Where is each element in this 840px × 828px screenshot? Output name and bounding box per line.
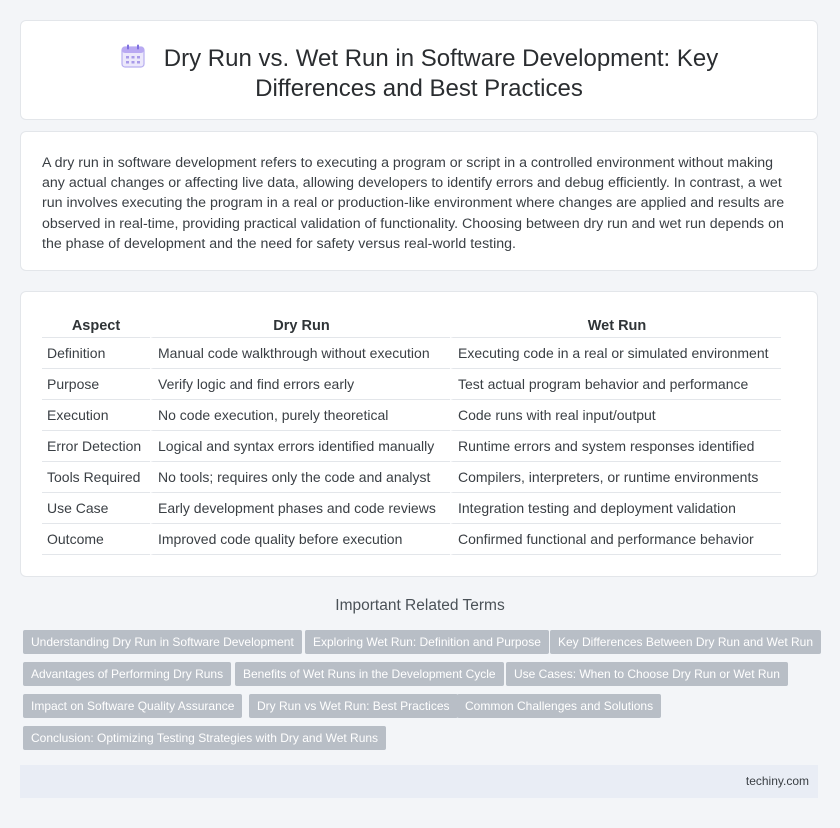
calendar-icon xyxy=(121,44,145,68)
page-title: Dry Run vs. Wet Run in Software Developm… xyxy=(163,45,719,102)
header-aspect: Aspect xyxy=(42,314,150,338)
related-tag-link[interactable]: Impact on Software Quality Assurance xyxy=(23,694,243,718)
dry-run-cell: Logical and syntax errors identified man… xyxy=(150,431,450,462)
aspect-cell: Definition xyxy=(42,338,150,369)
table-header-row: Aspect Dry Run Wet Run xyxy=(42,314,781,338)
related-tag-link[interactable]: Common Challenges and Solutions xyxy=(457,694,662,718)
comparison-table: Aspect Dry Run Wet Run Definition Manual… xyxy=(42,314,781,555)
intro-card: A dry run in software development refers… xyxy=(20,131,818,271)
table-row: Purpose Verify logic and find errors ear… xyxy=(42,369,781,400)
dry-run-cell: No tools; requires only the code and ana… xyxy=(150,462,450,493)
related-tag-link[interactable]: Key Differences Between Dry Run and Wet … xyxy=(550,630,822,654)
aspect-cell: Purpose xyxy=(42,369,150,400)
aspect-cell: Outcome xyxy=(42,524,150,555)
wet-run-cell: Code runs with real input/output xyxy=(450,400,781,431)
related-tag-link[interactable]: Benefits of Wet Runs in the Development … xyxy=(235,662,504,686)
dry-run-cell: Early development phases and code review… xyxy=(150,493,450,524)
dry-run-cell: No code execution, purely theoretical xyxy=(150,400,450,431)
related-tag-link[interactable]: Conclusion: Optimizing Testing Strategie… xyxy=(23,726,387,750)
footer-site-link[interactable]: techiny.com xyxy=(746,774,809,788)
table-row: Tools Required No tools; requires only t… xyxy=(42,462,781,493)
table-row: Definition Manual code walkthrough witho… xyxy=(42,338,781,369)
footer-bar: techiny.com xyxy=(20,765,818,798)
page-title-wrap: Dry Run vs. Wet Run in Software Developm… xyxy=(61,43,777,104)
intro-paragraph: A dry run in software development refers… xyxy=(42,155,785,252)
related-tag-link[interactable]: Exploring Wet Run: Definition and Purpos… xyxy=(305,630,549,654)
header-dry-run: Dry Run xyxy=(150,314,450,338)
dry-run-cell: Verify logic and find errors early xyxy=(150,369,450,400)
table-row: Error Detection Logical and syntax error… xyxy=(42,431,781,462)
aspect-cell: Error Detection xyxy=(42,431,150,462)
aspect-cell: Execution xyxy=(42,400,150,431)
dry-run-cell: Manual code walkthrough without executio… xyxy=(150,338,450,369)
header-wet-run: Wet Run xyxy=(450,314,781,338)
table-row: Execution No code execution, purely theo… xyxy=(42,400,781,431)
dry-run-cell: Improved code quality before execution xyxy=(150,524,450,555)
table-row: Use Case Early development phases and co… xyxy=(42,493,781,524)
aspect-cell: Use Case xyxy=(42,493,150,524)
related-terms-heading: Important Related Terms xyxy=(335,597,505,614)
wet-run-cell: Integration testing and deployment valid… xyxy=(450,493,781,524)
wet-run-cell: Executing code in a real or simulated en… xyxy=(450,338,781,369)
wet-run-cell: Runtime errors and system responses iden… xyxy=(450,431,781,462)
comparison-card: Aspect Dry Run Wet Run Definition Manual… xyxy=(20,291,818,577)
table-row: Outcome Improved code quality before exe… xyxy=(42,524,781,555)
wet-run-cell: Test actual program behavior and perform… xyxy=(450,369,781,400)
related-tag-link[interactable]: Dry Run vs Wet Run: Best Practices xyxy=(249,694,458,718)
related-tag-link[interactable]: Understanding Dry Run in Software Develo… xyxy=(23,630,302,654)
aspect-cell: Tools Required xyxy=(42,462,150,493)
header-card: Dry Run vs. Wet Run in Software Developm… xyxy=(20,20,818,120)
related-tag-link[interactable]: Use Cases: When to Choose Dry Run or Wet… xyxy=(506,662,788,686)
wet-run-cell: Compilers, interpreters, or runtime envi… xyxy=(450,462,781,493)
wet-run-cell: Confirmed functional and performance beh… xyxy=(450,524,781,555)
related-tag-link[interactable]: Advantages of Performing Dry Runs xyxy=(23,662,232,686)
